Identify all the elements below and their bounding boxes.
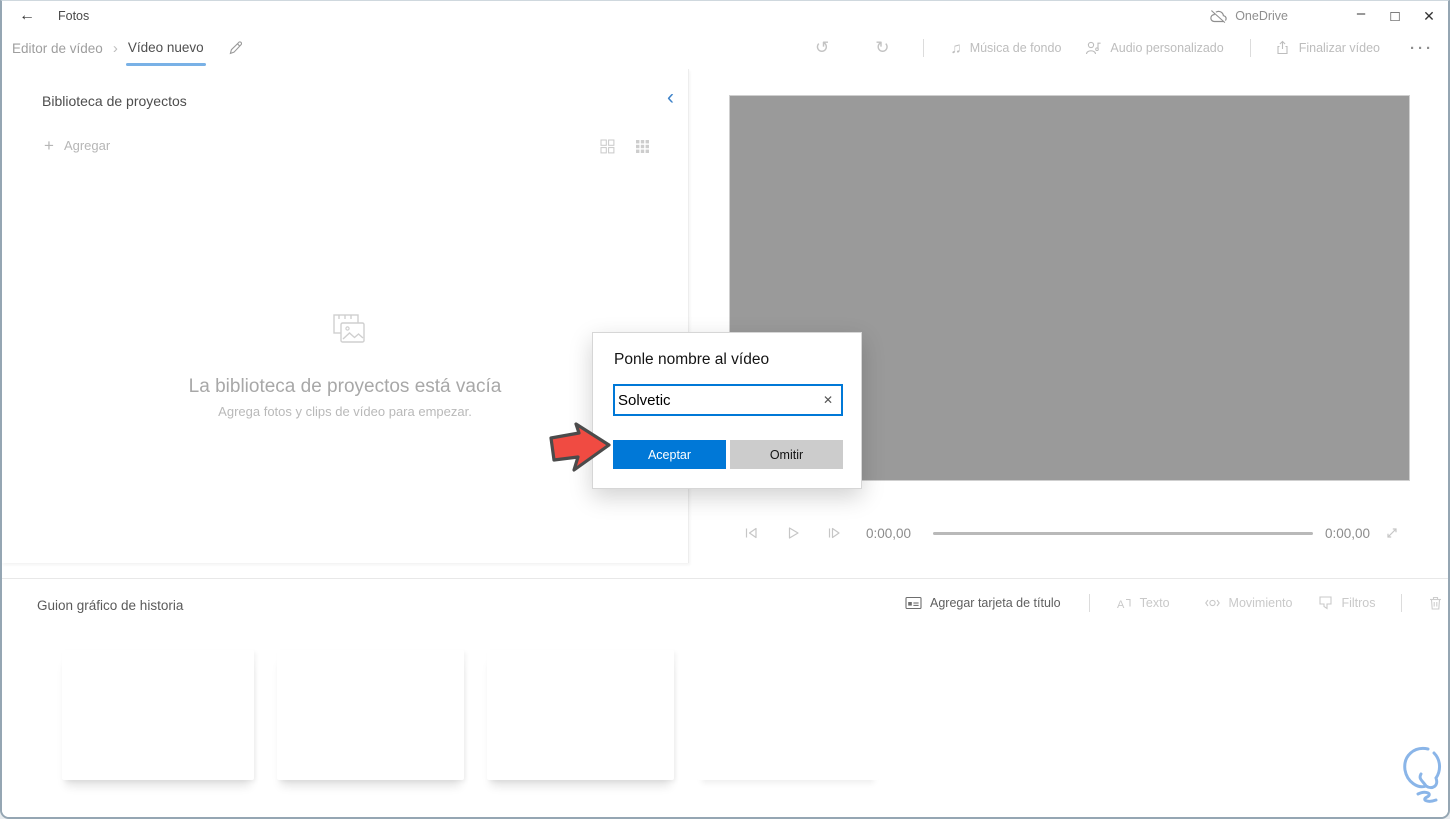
onedrive-label: OneDrive	[1235, 9, 1288, 23]
storyboard-slot[interactable]	[697, 650, 879, 780]
storyboard-slot[interactable]	[487, 650, 674, 780]
export-share-icon	[1277, 40, 1288, 55]
text-button[interactable]: A Texto	[1116, 596, 1170, 611]
svg-text:A: A	[1117, 599, 1125, 611]
app-title: Fotos	[58, 9, 90, 23]
storyboard-title: Guion gráfico de historia	[37, 598, 184, 613]
dialog-title: Ponle nombre al vídeo	[614, 351, 770, 368]
maximize-button[interactable]: □	[1378, 2, 1412, 30]
see-more-icon[interactable]: ···	[1410, 40, 1434, 57]
toolbar-separator	[1088, 594, 1090, 612]
breadcrumb-current-video[interactable]: Vídeo nuevo	[125, 39, 206, 66]
accept-button[interactable]: Aceptar	[613, 440, 726, 469]
media-library-icon	[333, 314, 365, 343]
previous-frame-icon[interactable]	[743, 525, 759, 541]
small-grid-view-icon[interactable]	[635, 139, 650, 154]
photos-app-window: ← Fotos OneDrive – □ ✕ Editor de vídeo ›…	[0, 0, 1450, 819]
dialog-buttons: Aceptar Omitir	[613, 440, 843, 469]
plus-icon: +	[44, 136, 54, 155]
breadcrumb-chevron-icon: ›	[112, 39, 118, 57]
toolbar-separator	[1401, 594, 1403, 612]
seek-bar[interactable]	[933, 531, 1313, 535]
storyboard-slot[interactable]	[277, 650, 464, 780]
active-tab-underline	[125, 62, 206, 66]
name-video-dialog: Ponle nombre al vídeo ✕ Aceptar Omitir	[592, 332, 862, 489]
onedrive-status[interactable]: OneDrive	[1209, 9, 1288, 24]
onedrive-cloud-offline-icon	[1210, 9, 1227, 23]
add-title-card-button[interactable]: Agregar tarjeta de título	[905, 596, 1061, 610]
library-empty-state: La biblioteca de proyectos está vacía Ag…	[2, 313, 688, 419]
clear-input-icon[interactable]: ✕	[815, 393, 841, 407]
skip-button[interactable]: Omitir	[730, 440, 843, 469]
text-icon: A	[1117, 598, 1131, 611]
video-name-inputwrap: ✕	[613, 384, 843, 416]
undo-icon[interactable]: ↺	[815, 38, 829, 58]
toolbar-separator	[923, 39, 925, 57]
video-name-input[interactable]	[615, 391, 815, 409]
background-music-label: Música de fondo	[969, 41, 1062, 55]
rename-pencil-icon[interactable]	[228, 40, 244, 56]
finish-video-button[interactable]: Finalizar vídeo	[1275, 40, 1380, 56]
titlebar-right: OneDrive – □ ✕	[1209, 2, 1448, 30]
library-title: Biblioteca de proyectos	[42, 93, 187, 109]
motion-button[interactable]: Movimiento	[1204, 595, 1293, 611]
next-frame-icon[interactable]	[826, 525, 842, 541]
storyboard-slot[interactable]	[62, 650, 254, 780]
minimize-button[interactable]: –	[1344, 2, 1378, 30]
filters-icon	[1319, 596, 1333, 610]
add-title-card-label: Agregar tarjeta de título	[930, 596, 1061, 610]
custom-audio-label: Audio personalizado	[1110, 41, 1224, 55]
title-card-icon	[905, 596, 922, 610]
person-audio-icon	[1086, 41, 1102, 55]
play-icon[interactable]	[785, 525, 801, 541]
total-time-label: 0:00,00	[1324, 525, 1370, 541]
large-grid-view-icon[interactable]	[600, 139, 615, 154]
storyboard-toolbar: Agregar tarjeta de título A Texto Movimi…	[905, 594, 1448, 612]
music-note-icon: ♫	[950, 39, 962, 57]
current-time-label: 0:00,00	[866, 525, 912, 541]
editor-toolbar: Editor de vídeo › Vídeo nuevo ↺ ↻ ♫ Músi…	[2, 31, 1448, 66]
toolbar-separator	[1249, 39, 1251, 57]
storyboard-section: Guion gráfico de historia Agregar tarjet…	[2, 578, 1448, 817]
add-label: Agregar	[63, 138, 111, 153]
close-button[interactable]: ✕	[1412, 2, 1446, 30]
text-label: Texto	[1139, 596, 1170, 610]
background-music-button[interactable]: ♫ Música de fondo	[950, 40, 1061, 57]
back-button[interactable]: ←	[12, 4, 42, 28]
filters-label: Filtros	[1341, 596, 1376, 610]
playback-controls: 0:00,00 0:00,00	[729, 519, 1410, 547]
breadcrumb-video-editor[interactable]: Editor de vídeo	[12, 41, 103, 56]
fullscreen-icon[interactable]	[1384, 525, 1400, 541]
motion-icon	[1204, 599, 1220, 607]
video-name-label: Vídeo nuevo	[127, 39, 204, 55]
project-library-panel: Biblioteca de proyectos ‹ + Agregar La b…	[2, 69, 689, 563]
filters-button[interactable]: Filtros	[1318, 595, 1375, 611]
red-annotation-arrow	[549, 422, 611, 472]
finish-video-label: Finalizar vídeo	[1298, 41, 1380, 55]
custom-audio-button[interactable]: Audio personalizado	[1085, 40, 1224, 56]
delete-button[interactable]	[1428, 595, 1443, 611]
library-view-switcher	[600, 139, 650, 154]
motion-label: Movimiento	[1228, 596, 1293, 610]
title-bar: ← Fotos OneDrive – □ ✕	[2, 1, 1448, 31]
solvetic-bulb-watermark	[1403, 746, 1441, 803]
redo-icon[interactable]: ↻	[875, 38, 889, 58]
add-media-button[interactable]: + Agregar	[44, 137, 110, 154]
empty-library-subtitle: Agrega fotos y clips de vídeo para empez…	[218, 404, 472, 419]
trash-icon	[1430, 596, 1442, 610]
storyboard-track	[2, 650, 1448, 790]
collapse-panel-chevron-icon[interactable]: ‹	[667, 87, 674, 108]
editor-toolbar-right: ↺ ↻ ♫ Música de fondo Audio personalizad…	[815, 38, 1448, 58]
empty-library-title: La biblioteca de proyectos está vacía	[188, 376, 502, 397]
